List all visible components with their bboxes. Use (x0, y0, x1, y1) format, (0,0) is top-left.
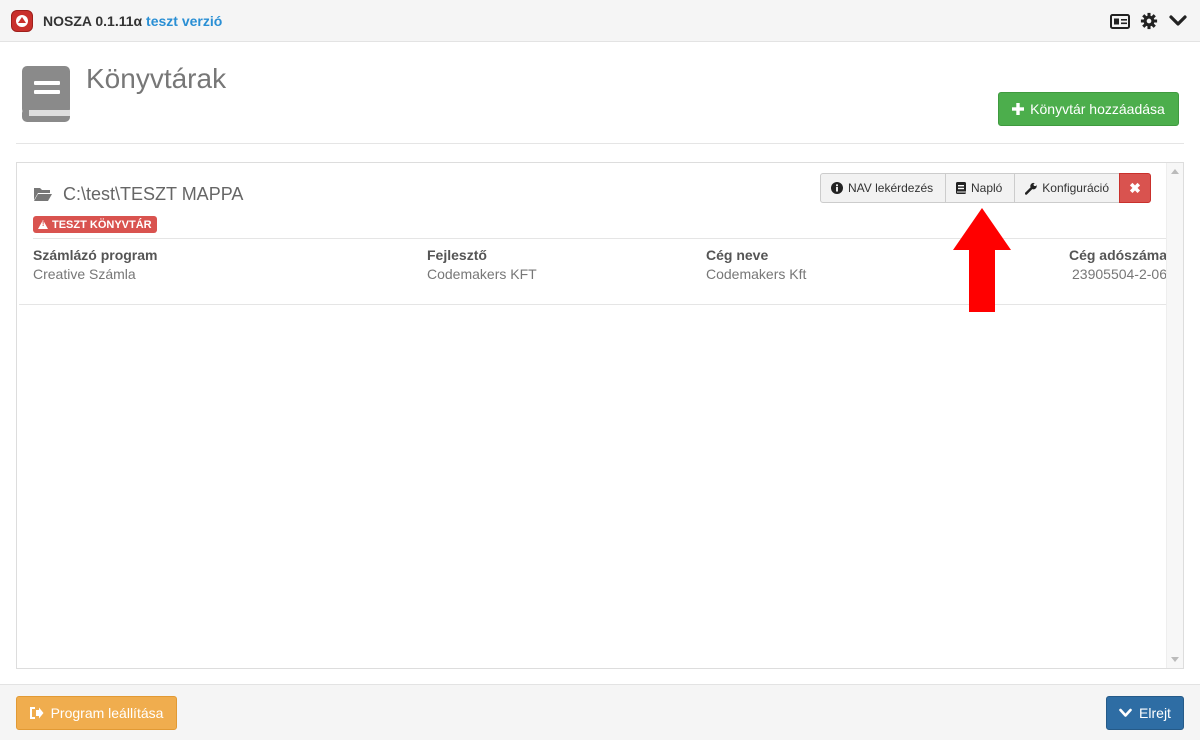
book-small-icon (956, 182, 966, 194)
page-title: Könyvtárak (86, 63, 227, 94)
stop-program-label: Program leállítása (50, 705, 164, 721)
folder-open-icon (33, 186, 53, 202)
company-name-field: Cég neve Codemakers Kft (706, 246, 806, 284)
book-icon (20, 66, 72, 124)
library-path: C:\test\TESZT MAPPA (63, 184, 244, 204)
delete-library-button[interactable]: ✖ (1119, 173, 1151, 203)
configuration-button[interactable]: Konfiguráció (1014, 173, 1120, 203)
badge-label: TESZT KÖNYVTÁR (52, 218, 152, 231)
configuration-label: Konfiguráció (1042, 181, 1109, 195)
stop-program-button[interactable]: Program leállítása (16, 696, 177, 730)
tax-number-field: Cég adószáma 23905504-2-06 (1069, 246, 1167, 284)
billing-program-field: Számlázó program Creative Számla (33, 246, 157, 284)
field-label: Cég neve (706, 247, 769, 263)
footer-bar: Program leállítása Elrejt (0, 684, 1200, 740)
app-title: NOSZA 0.1.11α teszt verzió (43, 13, 222, 29)
info-icon (831, 182, 843, 194)
sign-out-icon (29, 707, 44, 719)
plus-icon (1012, 103, 1025, 115)
id-card-icon[interactable] (1110, 12, 1130, 30)
wrench-icon (1025, 182, 1037, 195)
field-label: Fejlesztő (427, 247, 487, 263)
app-name: NOSZA 0.1.11α (43, 13, 143, 29)
field-value: Creative Számla (33, 266, 136, 282)
log-label: Napló (971, 181, 1003, 195)
scrollbar[interactable] (1166, 163, 1183, 668)
scroll-down-arrow-icon[interactable] (1171, 657, 1179, 662)
hide-label: Elrejt (1139, 705, 1171, 721)
field-label: Számlázó program (33, 247, 158, 263)
divider (16, 143, 1184, 144)
field-value: 23905504-2-06 (1072, 266, 1167, 282)
gear-icon[interactable] (1139, 12, 1159, 30)
version-tag: teszt verzió (146, 13, 223, 29)
developer-field: Fejlesztő Codemakers KFT (427, 246, 537, 284)
close-icon: ✖ (1129, 179, 1141, 196)
chevron-down-icon[interactable] (1168, 12, 1188, 30)
add-library-label: Könyvtár hozzáadása (1030, 101, 1165, 117)
warning-icon (38, 220, 48, 229)
annotation-arrow (953, 208, 1011, 312)
hide-button[interactable]: Elrejt (1106, 696, 1184, 730)
scroll-up-arrow-icon[interactable] (1171, 169, 1179, 174)
test-library-badge: TESZT KÖNYVTÁR (33, 216, 157, 233)
field-value: Codemakers Kft (706, 266, 807, 282)
add-library-button[interactable]: Könyvtár hozzáadása (998, 92, 1179, 126)
title-bar: NOSZA 0.1.11α teszt verzió (0, 0, 1200, 42)
log-button[interactable]: Napló (945, 173, 1015, 203)
upload-arrow-icon (11, 10, 33, 32)
nav-query-button[interactable]: NAV lekérdezés (820, 173, 946, 203)
field-label: Cég adószáma (1068, 247, 1167, 263)
field-value: Codemakers KFT (427, 266, 537, 282)
library-actions: NAV lekérdezés Napló Konfiguráció ✖ (820, 173, 1151, 203)
chevron-down-icon (1119, 708, 1132, 717)
nav-query-label: NAV lekérdezés (848, 181, 934, 195)
